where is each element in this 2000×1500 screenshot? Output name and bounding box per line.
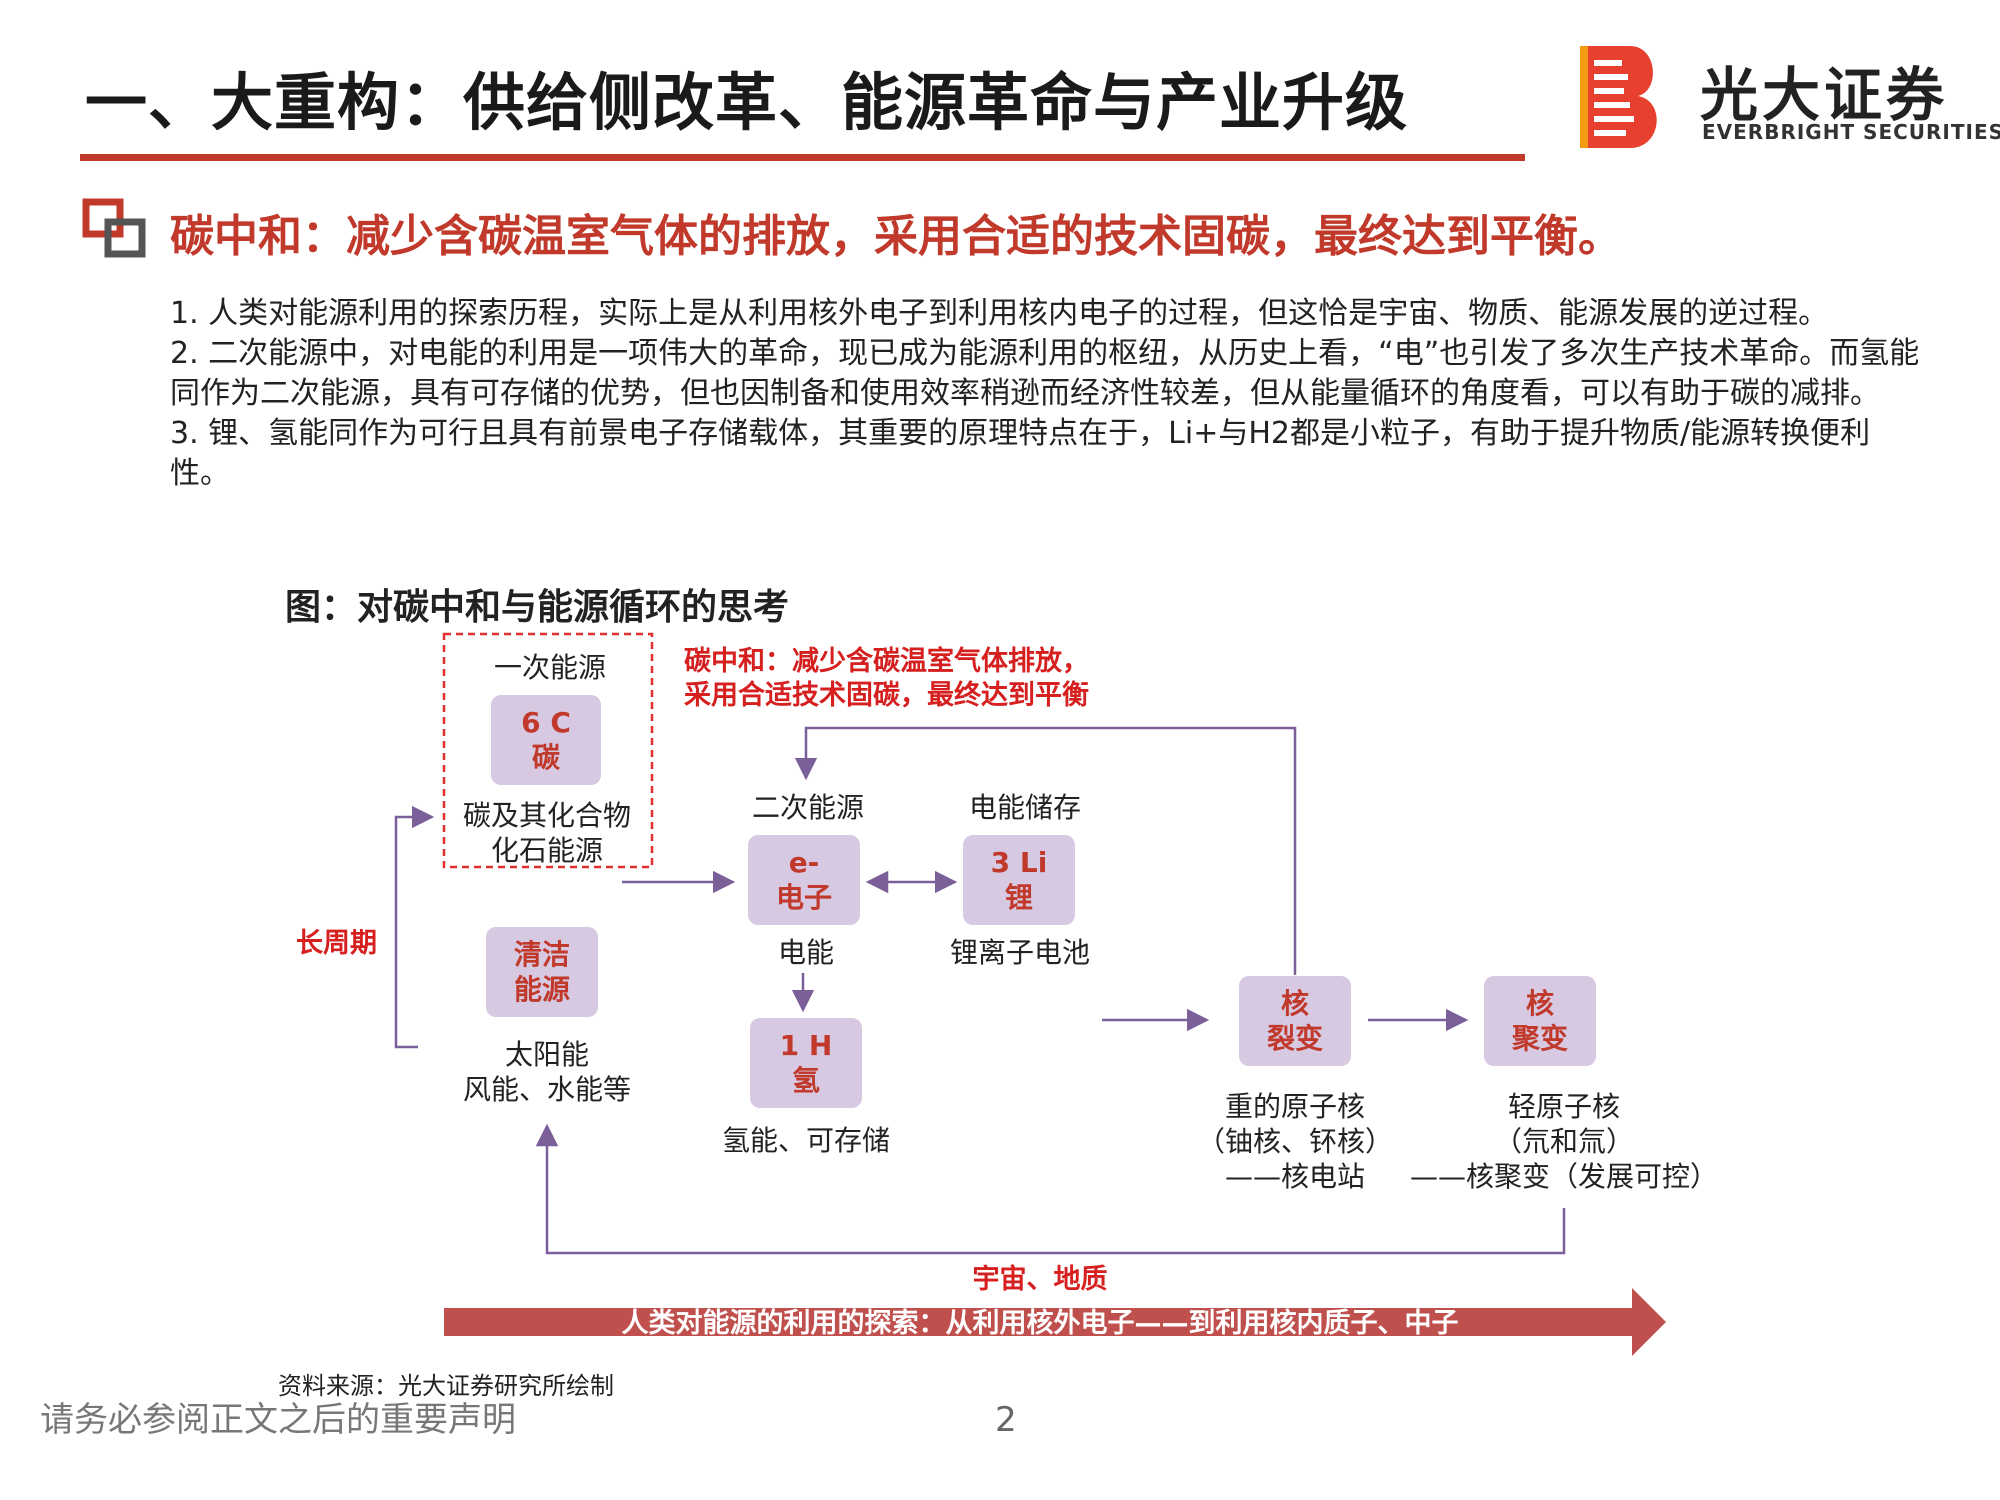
long-cycle-bracket xyxy=(394,805,435,1049)
footer-disclaimer: 请务必参阅正文之后的重要声明 xyxy=(40,1400,516,1440)
clean-desc-line2: 风能、水能等 xyxy=(463,1073,631,1106)
energy-cycle-diagram: 6 C 碳 清洁 能源 e- 电子 3 Li 锂 1 H 氢 核 裂变 核 聚变… xyxy=(296,632,1718,1356)
carbon-box-symbol: 6 C xyxy=(521,706,571,739)
clean-desc-line1: 太阳能 xyxy=(505,1038,589,1071)
carbon-desc-line1: 碳及其化合物 xyxy=(463,799,631,832)
fission-desc-line3: ——核电站 xyxy=(1225,1160,1365,1193)
storage-label: 电能储存 xyxy=(969,791,1081,824)
clean-box-line1: 清洁 xyxy=(514,938,570,971)
exploration-arrow-text: 人类对能源的利用的探索：从利用核外电子——到利用核内质子、中子 xyxy=(622,1307,1459,1339)
carbon-desc-line2: 化石能源 xyxy=(491,834,603,867)
fusion-box-line1: 核 xyxy=(1526,987,1554,1020)
lithium-box-name: 锂 xyxy=(1005,881,1033,914)
long-cycle-label: 长周期 xyxy=(296,928,377,959)
carbon-neutral-note-line2: 采用合适技术固碳，最终达到平衡 xyxy=(684,679,1089,711)
fission-desc-line2: （铀核、钚核） xyxy=(1197,1125,1393,1158)
electron-box-symbol: e- xyxy=(789,846,820,879)
fusion-desc-line2: （氘和氚） xyxy=(1494,1125,1634,1158)
electron-desc: 电能 xyxy=(778,936,834,969)
hydrogen-box-name: 氢 xyxy=(792,1064,820,1097)
lithium-box-symbol: 3 Li xyxy=(991,846,1048,879)
secondary-energy-label: 二次能源 xyxy=(752,791,864,824)
fission-desc-line1: 重的原子核 xyxy=(1225,1090,1365,1123)
carbon-neutral-note-line1: 碳中和：减少含碳温室气体排放， xyxy=(684,645,1089,677)
lithium-desc: 锂离子电池 xyxy=(950,936,1090,969)
fission-box-line2: 裂变 xyxy=(1267,1022,1323,1055)
fusion-desc-line1: 轻原子核 xyxy=(1508,1090,1620,1123)
page-number: 2 xyxy=(995,1400,1017,1440)
hydrogen-box-symbol: 1 H xyxy=(780,1029,833,1062)
primary-energy-label: 一次能源 xyxy=(494,651,606,684)
fission-box-line1: 核 xyxy=(1281,987,1309,1020)
electron-box-name: 电子 xyxy=(776,881,832,914)
hydrogen-desc: 氢能、可存储 xyxy=(722,1124,890,1157)
clean-box-line2: 能源 xyxy=(514,973,570,1006)
universe-geology-label: 宇宙、地质 xyxy=(973,1263,1108,1295)
fusion-desc-line3: ——核聚变（发展可控） xyxy=(1410,1160,1718,1193)
fusion-box-line2: 聚变 xyxy=(1511,1022,1568,1055)
carbon-box-name: 碳 xyxy=(532,741,561,774)
